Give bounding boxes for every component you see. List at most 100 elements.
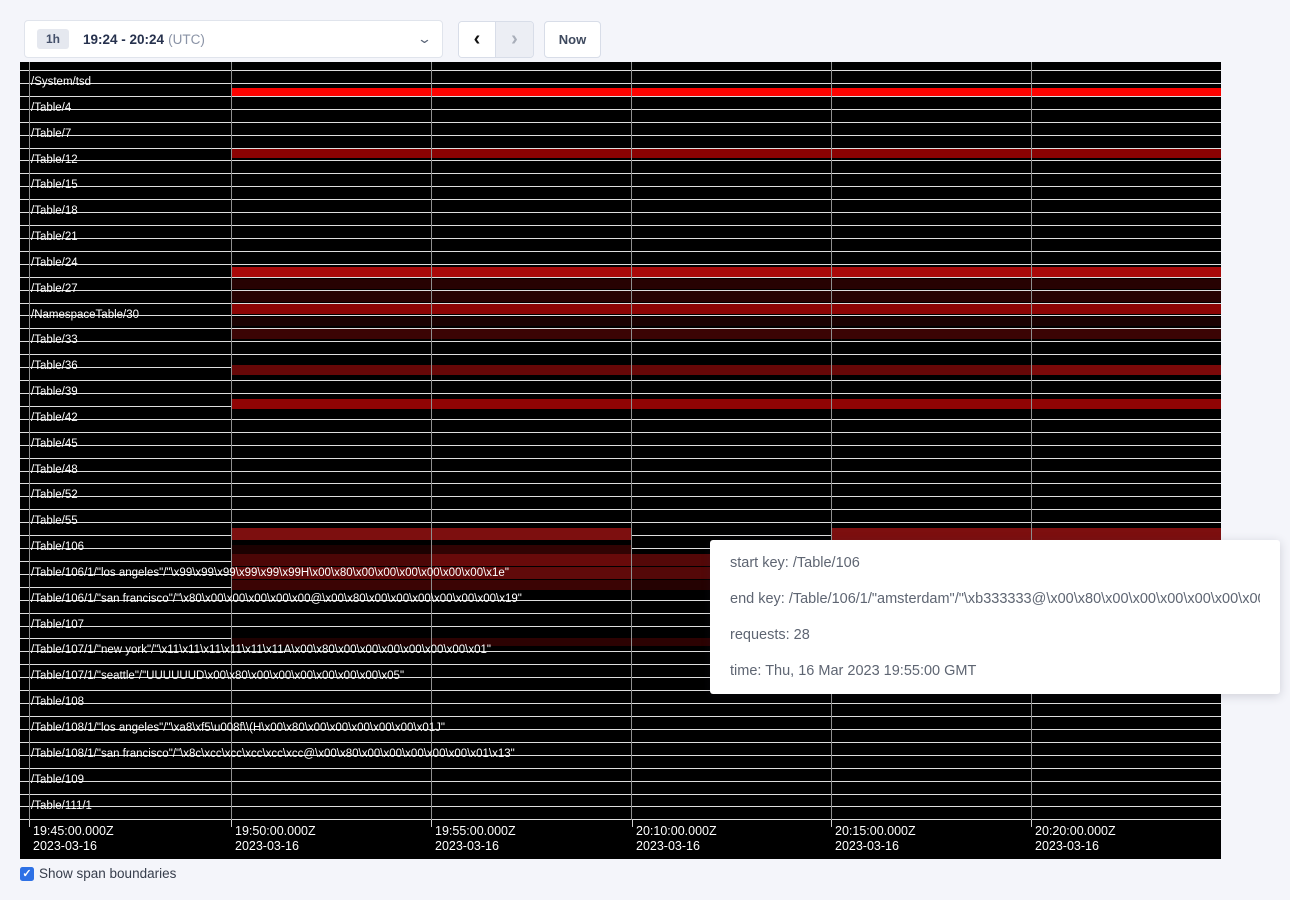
row-label: /Table/18 xyxy=(31,205,78,218)
axis-tick-label: 19:45:00.000Z2023-03-16 xyxy=(33,824,114,854)
prev-range-button[interactable]: ‹ xyxy=(459,22,496,57)
time-axis: 19:45:00.000Z2023-03-1619:50:00.000Z2023… xyxy=(20,820,1221,859)
row-label: /Table/55 xyxy=(31,515,78,528)
axis-tick-date: 2023-03-16 xyxy=(435,839,516,854)
span-boundary-line xyxy=(20,471,1221,472)
heat-band xyxy=(231,149,1221,158)
row-label: /Table/106/1/"san francisco"/"\x80\x00\x… xyxy=(31,593,522,606)
tooltip-time: time: Thu, 16 Mar 2023 19:55:00 GMT xyxy=(730,663,1260,679)
show-span-boundaries-label: Show span boundaries xyxy=(39,866,176,881)
now-button[interactable]: Now xyxy=(544,21,601,58)
heat-band xyxy=(1031,365,1221,375)
span-boundary-line xyxy=(20,483,1221,484)
heat-band xyxy=(231,399,1221,409)
span-boundary-line xyxy=(20,496,1221,497)
axis-tick-date: 2023-03-16 xyxy=(33,839,114,854)
row-label: /Table/36 xyxy=(31,360,78,373)
span-boundary-line xyxy=(20,522,1221,523)
span-boundary-line xyxy=(20,393,1221,394)
time-gridline xyxy=(1031,62,1032,820)
axis-tick-date: 2023-03-16 xyxy=(235,839,316,854)
time-range-dropdown[interactable]: 1h 19:24 - 20:24 (UTC) ⌄ xyxy=(24,20,443,58)
span-boundary-line xyxy=(20,794,1221,795)
time-range-badge: 1h xyxy=(37,29,69,49)
span-boundary-line xyxy=(20,212,1221,213)
heatmap-tooltip: start key: /Table/106 end key: /Table/10… xyxy=(710,540,1280,694)
row-label: /Table/21 xyxy=(31,231,78,244)
chevron-right-icon: › xyxy=(511,28,518,51)
axis-tick-label: 19:50:00.000Z2023-03-16 xyxy=(235,824,316,854)
span-boundary-line xyxy=(20,781,1221,782)
show-span-boundaries-checkbox[interactable]: ✓ xyxy=(20,867,34,881)
chevron-left-icon: ‹ xyxy=(474,28,481,51)
heat-band xyxy=(231,88,1221,96)
row-label: /Table/106 xyxy=(31,541,84,554)
axis-tick-label: 20:15:00.000Z2023-03-16 xyxy=(835,824,916,854)
axis-tick xyxy=(632,820,633,827)
span-boundary-line xyxy=(20,419,1221,420)
row-label: /Table/7 xyxy=(31,128,71,141)
span-boundary-line xyxy=(20,509,1221,510)
heat-band xyxy=(231,279,1221,289)
tooltip-requests: requests: 28 xyxy=(730,627,1260,643)
key-visualizer-page: 1h 19:24 - 20:24 (UTC) ⌄ ‹ › Now /System… xyxy=(0,0,1290,900)
span-boundary-line xyxy=(20,135,1221,136)
row-label: /Table/39 xyxy=(31,386,78,399)
span-boundary-line xyxy=(20,264,1221,265)
row-label: /Table/107/1/"seattle"/"UUUUUUD\x00\x80\… xyxy=(31,670,404,683)
heat-band xyxy=(231,545,431,554)
heat-band xyxy=(431,554,631,566)
axis-tick-time: 19:50:00.000Z xyxy=(235,824,316,839)
tooltip-end-key: end key: /Table/106/1/"amsterdam"/"\xb33… xyxy=(730,591,1260,607)
axis-tick-date: 2023-03-16 xyxy=(1035,839,1116,854)
chevron-down-icon: ⌄ xyxy=(417,31,432,47)
span-boundary-line xyxy=(20,806,1221,807)
time-gridline xyxy=(231,62,232,820)
heat-band xyxy=(231,317,1221,326)
key-visualizer-heatmap[interactable]: /System/tsd/Table/4/Table/7/Table/12/Tab… xyxy=(20,62,1221,820)
heat-band xyxy=(831,528,1221,540)
axis-tick-time: 19:55:00.000Z xyxy=(435,824,516,839)
next-range-button[interactable]: › xyxy=(496,22,533,57)
row-label: /Table/45 xyxy=(31,438,78,451)
time-range-zone: (UTC) xyxy=(168,32,205,47)
time-gridline xyxy=(831,62,832,820)
row-label: /Table/107 xyxy=(31,619,84,632)
span-boundary-line xyxy=(20,742,1221,743)
span-boundary-line xyxy=(20,716,1221,717)
span-boundary-line xyxy=(20,186,1221,187)
time-gridline xyxy=(29,62,30,820)
row-label: /Table/24 xyxy=(31,257,78,270)
span-boundary-line xyxy=(20,703,1221,704)
row-label: /System/tsd xyxy=(31,76,91,89)
axis-tick-time: 20:10:00.000Z xyxy=(636,824,717,839)
time-gridline xyxy=(431,62,432,820)
row-label: /Table/4 xyxy=(31,102,71,115)
row-label: /Table/108/1/"san francisco"/"\x8c\xcc\x… xyxy=(31,748,515,761)
row-label: /Table/106/1/"los angeles"/"\x99\x99\x99… xyxy=(31,567,509,580)
row-label: /NamespaceTable/30 xyxy=(31,309,139,322)
span-boundary-line xyxy=(20,83,1221,84)
heat-band xyxy=(431,545,631,554)
row-label: /Table/52 xyxy=(31,489,78,502)
axis-tick-time: 20:20:00.000Z xyxy=(1035,824,1116,839)
axis-tick-label: 20:10:00.000Z2023-03-16 xyxy=(636,824,717,854)
axis-tick-time: 20:15:00.000Z xyxy=(835,824,916,839)
span-boundary-line xyxy=(20,109,1221,110)
span-boundary-line xyxy=(20,199,1221,200)
heat-band xyxy=(231,329,1221,339)
span-boundary-line xyxy=(20,458,1221,459)
axis-tick xyxy=(1031,820,1032,827)
span-boundary-line xyxy=(20,122,1221,123)
heat-band xyxy=(231,267,1221,277)
axis-tick xyxy=(231,820,232,827)
axis-tick-label: 20:20:00.000Z2023-03-16 xyxy=(1035,824,1116,854)
axis-tick-date: 2023-03-16 xyxy=(835,839,916,854)
axis-tick-date: 2023-03-16 xyxy=(636,839,717,854)
row-label: /Table/107/1/"new york"/"\x11\x11\x11\x1… xyxy=(31,644,491,657)
heat-band xyxy=(231,554,431,566)
axis-tick xyxy=(431,820,432,827)
span-boundary-line xyxy=(20,225,1221,226)
row-label: /Table/12 xyxy=(31,154,78,167)
span-boundary-line xyxy=(20,445,1221,446)
